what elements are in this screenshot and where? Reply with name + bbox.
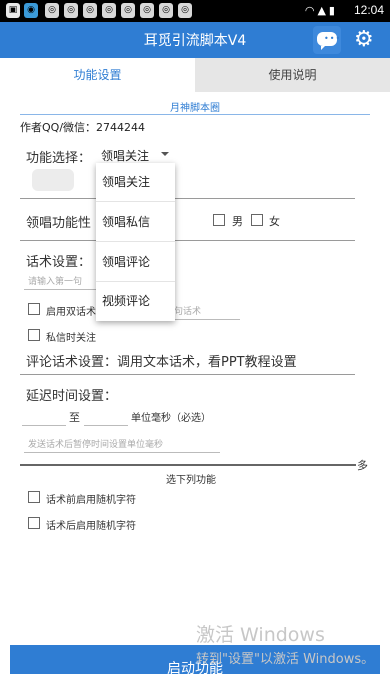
windows-watermark-sub: 转到"设置"以激活 Windows。 bbox=[196, 652, 375, 667]
male-label: 男 bbox=[232, 215, 243, 228]
tab-label: 功能设置 bbox=[73, 68, 122, 82]
dm-follow-checkbox[interactable] bbox=[28, 329, 40, 341]
first-script-input[interactable]: 请输入第一句 bbox=[24, 270, 104, 290]
blurred-area bbox=[32, 169, 74, 191]
wechat-notification-icon: ◎ bbox=[102, 3, 116, 18]
chat-button[interactable]: ••• bbox=[313, 26, 341, 54]
status-bar: ▣ ◉ ◎ ◎ ◎ ◎ ◎ ◎ ◎ ◎ ◠▲▮ 12:04 bbox=[0, 0, 390, 22]
divider bbox=[20, 240, 355, 241]
tab-label: 使用说明 bbox=[268, 68, 317, 82]
wechat-notification-icon: ◎ bbox=[121, 3, 135, 18]
random-after-checkbox[interactable] bbox=[28, 517, 40, 529]
app-notification-icon: ▣ bbox=[6, 3, 20, 18]
comment-settings-text: 评论话术设置：调用文本话术，看PPT教程设置 bbox=[26, 355, 297, 370]
settings-button[interactable]: ⚙ bbox=[351, 26, 379, 54]
app-notification-icon: ◉ bbox=[24, 3, 38, 18]
dual-script-label: 启用双话术 bbox=[46, 307, 96, 318]
function-select[interactable]: 领唱关注 bbox=[97, 146, 171, 164]
dropdown-option[interactable]: 视频评论 bbox=[96, 282, 175, 321]
tab-bar: 功能设置 使用说明 bbox=[0, 58, 390, 92]
wechat-notification-icon: ◎ bbox=[64, 3, 78, 18]
gender-label: 领唱功能性 bbox=[26, 216, 92, 231]
gear-icon: ⚙ bbox=[354, 27, 374, 52]
female-label: 女 bbox=[269, 215, 280, 228]
divider bbox=[20, 464, 356, 466]
app-bar: 耳觅引流脚本V4 ••• ⚙ bbox=[0, 22, 390, 58]
optional-section-label: 选下列功能 bbox=[166, 475, 216, 486]
delay-min-input[interactable] bbox=[22, 406, 66, 426]
dropdown-option[interactable]: 领唱私信 bbox=[96, 203, 175, 242]
author-info: 作者QQ/微信：2744244 bbox=[20, 121, 146, 134]
divider bbox=[20, 114, 370, 115]
tab-function-settings[interactable]: 功能设置 bbox=[0, 58, 195, 92]
delay-label: 延迟时间设置： bbox=[26, 389, 118, 404]
function-select-label: 功能选择： bbox=[26, 151, 92, 166]
brand-label: 月神脚本圈 bbox=[170, 103, 220, 114]
windows-watermark: 激活 Windows bbox=[196, 624, 325, 646]
dm-follow-label: 私信时关注 bbox=[46, 333, 96, 344]
more-label: 多 bbox=[357, 459, 368, 472]
random-before-label: 话术前启用随机字符 bbox=[46, 495, 136, 506]
second-script-input[interactable]: 句话术 bbox=[170, 300, 240, 320]
wechat-notification-icon: ◎ bbox=[83, 3, 97, 18]
wifi-signal-battery-icon: ◠▲▮ bbox=[304, 4, 338, 17]
chat-bubble-icon: ••• bbox=[317, 32, 340, 50]
pause-time-input[interactable]: 发送话术后暂停时间设置单位毫秒 bbox=[24, 433, 220, 453]
delay-to-label: 至 bbox=[69, 411, 80, 424]
script-settings-label: 话术设置： bbox=[26, 255, 92, 270]
delay-unit-label: 单位毫秒（必选） bbox=[131, 413, 211, 424]
wechat-notification-icon: ◎ bbox=[140, 3, 154, 18]
function-select-value: 领唱关注 bbox=[101, 149, 150, 163]
male-checkbox[interactable] bbox=[213, 214, 225, 226]
random-after-label: 话术后启用随机字符 bbox=[46, 521, 136, 532]
function-dropdown-menu: 领唱关注 领唱私信 领唱评论 视频评论 bbox=[96, 163, 175, 321]
dropdown-option[interactable]: 领唱关注 bbox=[96, 163, 175, 202]
delay-max-input[interactable] bbox=[84, 406, 128, 426]
status-time: 12:04 bbox=[353, 3, 384, 17]
female-checkbox[interactable] bbox=[251, 214, 263, 226]
wechat-notification-icon: ◎ bbox=[45, 3, 59, 18]
dropdown-option[interactable]: 领唱评论 bbox=[96, 243, 175, 282]
tab-instructions[interactable]: 使用说明 bbox=[195, 58, 390, 92]
divider bbox=[20, 198, 355, 199]
dropdown-arrow-icon bbox=[161, 152, 169, 156]
random-before-checkbox[interactable] bbox=[28, 491, 40, 503]
divider bbox=[20, 374, 355, 375]
wechat-notification-icon: ◎ bbox=[178, 3, 192, 18]
wechat-notification-icon: ◎ bbox=[159, 3, 173, 18]
dual-script-checkbox[interactable] bbox=[28, 303, 40, 315]
